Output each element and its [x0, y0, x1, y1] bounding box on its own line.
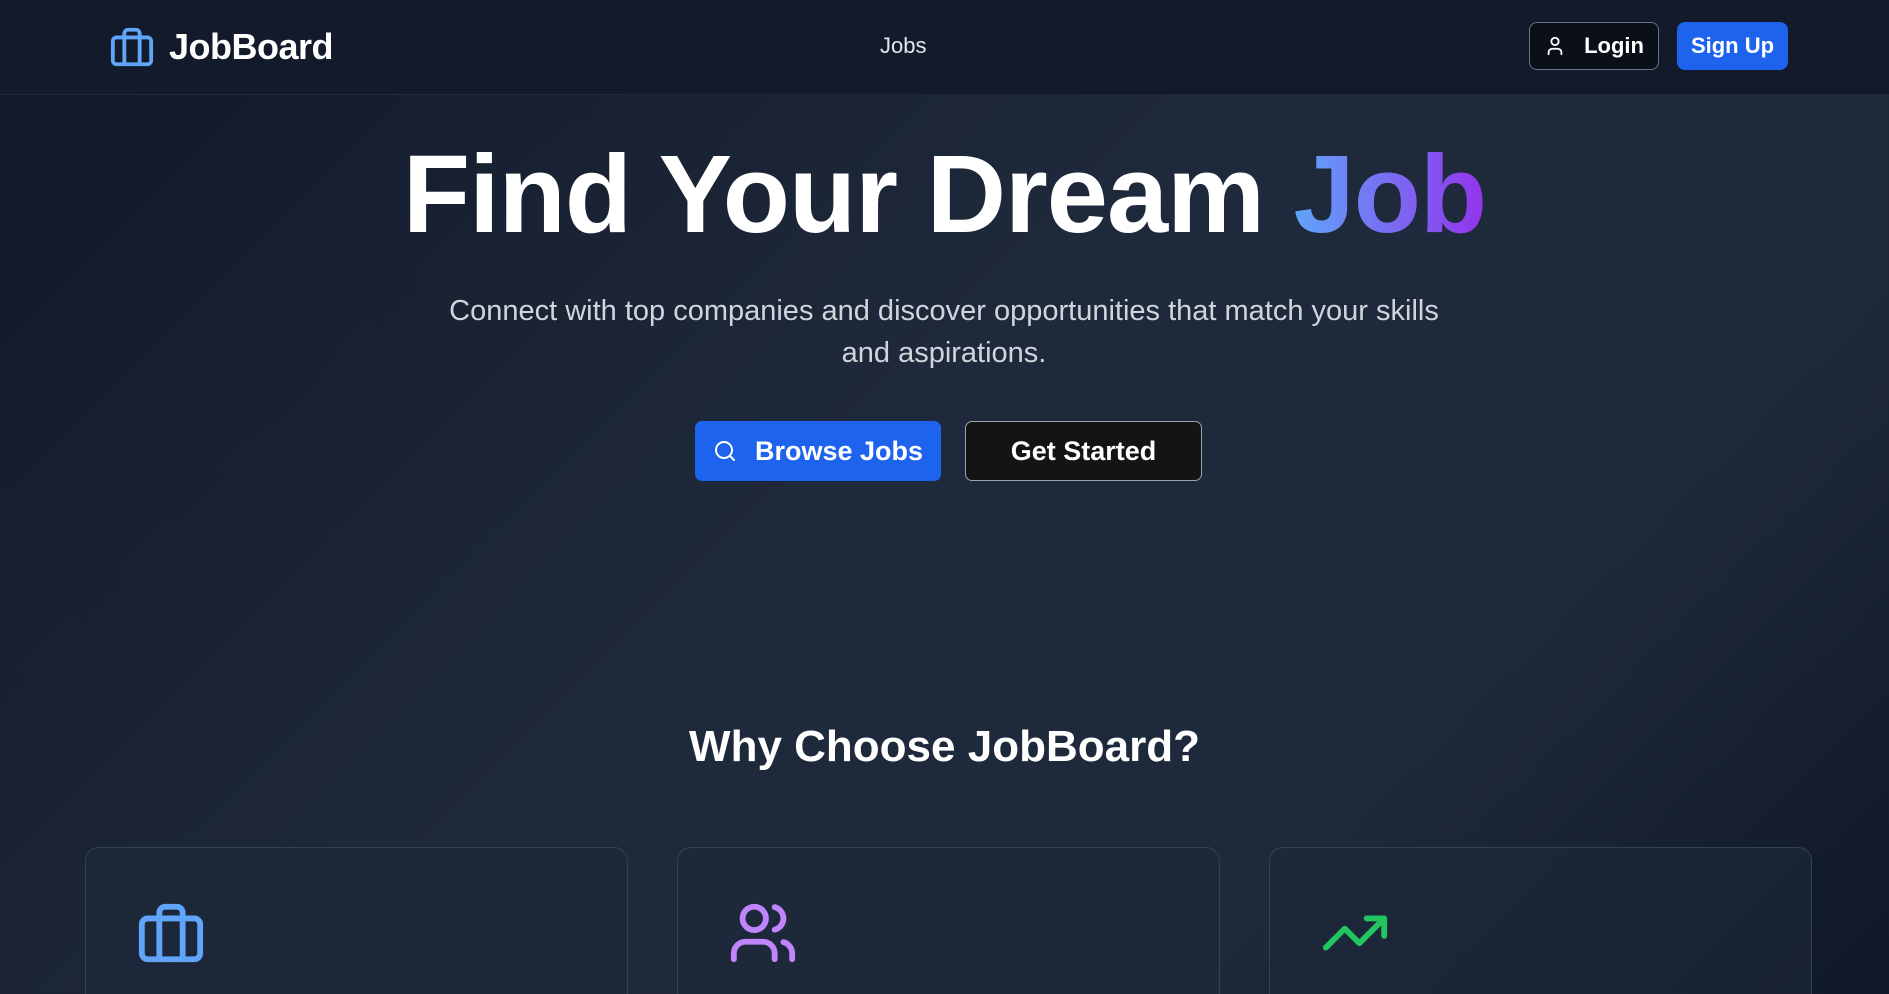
browse-jobs-button[interactable]: Browse Jobs: [695, 421, 941, 481]
feature-card: [1269, 847, 1812, 994]
top-navbar: JobBoard Jobs Login Sign Up: [0, 0, 1889, 95]
hero-title: Find Your Dream Job: [0, 130, 1889, 260]
nav-link-jobs[interactable]: Jobs: [880, 33, 926, 59]
get-started-label: Get Started: [1010, 435, 1157, 466]
hero-title-main: Find Your Dream: [402, 133, 1265, 256]
brand-logo-link[interactable]: JobBoard: [109, 22, 334, 72]
search-icon: [714, 441, 735, 461]
why-section-title: Why Choose JobBoard?: [689, 722, 1200, 771]
signup-button[interactable]: Sign Up: [1677, 22, 1788, 70]
get-started-button[interactable]: Get Started: [965, 421, 1202, 481]
browse-jobs-label: Browse Jobs: [754, 435, 924, 466]
login-label: Login: [1584, 33, 1644, 58]
brand-name: JobBoard: [169, 26, 334, 67]
feature-card: [85, 847, 628, 994]
feature-card: [677, 847, 1220, 994]
signup-label: Sign Up: [1690, 33, 1775, 58]
users-icon: [730, 903, 796, 963]
briefcase-icon: [110, 27, 154, 67]
login-button[interactable]: Login: [1529, 22, 1659, 70]
hero-title-accent: Job: [1293, 133, 1488, 256]
trending-up-icon: [1322, 915, 1388, 951]
briefcase-icon: [138, 903, 204, 963]
user-icon: [1547, 36, 1563, 56]
hero-subtitle: Connect with top companies and discover …: [449, 295, 1439, 369]
